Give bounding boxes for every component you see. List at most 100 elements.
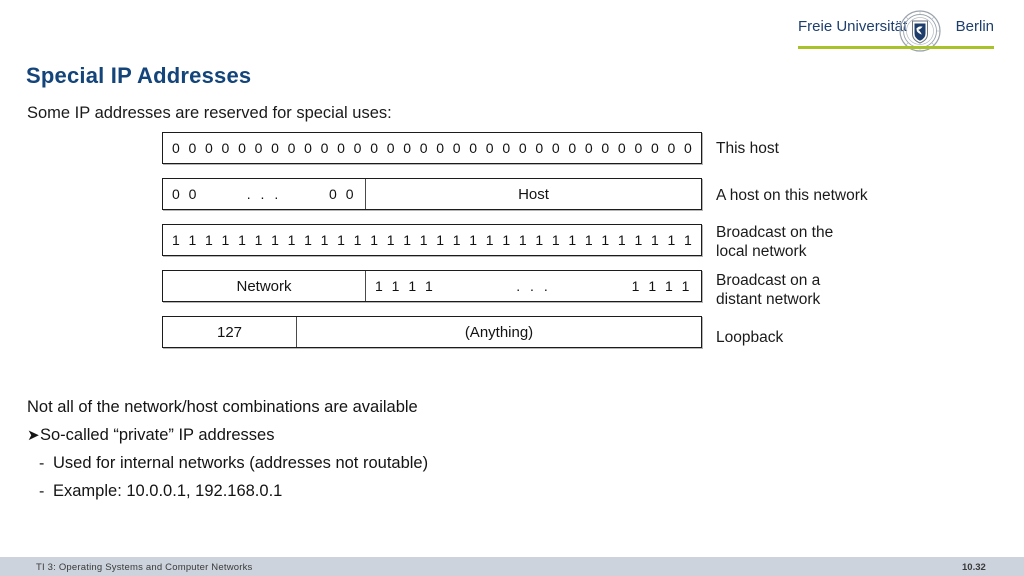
annotation-line: local network	[716, 243, 807, 260]
page-title: Special IP Addresses	[26, 63, 252, 88]
bit: 0	[370, 140, 378, 156]
bits-left: 1 1 1 1	[375, 278, 436, 294]
bits-left: 0 0	[172, 186, 199, 202]
footer-course-label: TI 3: Operating Systems and Computer Net…	[36, 562, 253, 573]
bits-ellipsis: . . .	[516, 278, 551, 294]
bit: 0	[683, 140, 692, 156]
bit: 0	[518, 140, 527, 156]
intro-text: Some IP addresses are reserved for speci…	[27, 104, 392, 122]
arrow-bullet-icon: ➤	[27, 427, 40, 444]
diagram-cell-anything: (Anything)	[297, 317, 701, 347]
bit: 1	[353, 232, 362, 248]
bit: 1	[518, 232, 527, 248]
cell-label: 127	[216, 323, 243, 341]
university-logo: Freie Universität Berlin	[798, 10, 994, 52]
bit: 0	[403, 140, 412, 156]
dash-bullet-icon: -	[39, 455, 45, 472]
diagram-cell-127: 127	[163, 317, 297, 347]
bit: 1	[634, 232, 643, 248]
ip-address-diagram: 0000 0000 0000 0000 0000 0000 0000 0000 …	[162, 132, 702, 362]
footer-page-number: 10.32	[962, 562, 986, 573]
bit: 1	[337, 232, 345, 248]
bit-sequence-zeros-abbrev: 0 0 . . . 0 0	[163, 186, 365, 202]
annotation-host-on-network: A host on this network	[716, 187, 868, 204]
bit: 0	[419, 140, 428, 156]
bit: 1	[452, 232, 461, 248]
bit: 0	[551, 140, 560, 156]
bit: 1	[617, 232, 626, 248]
annotation-this-host: This host	[716, 140, 779, 157]
bit: 1	[551, 232, 560, 248]
bit: 1	[287, 232, 296, 248]
bullet-line-0: Not all of the network/host combinations…	[27, 398, 418, 416]
diagram-cell-bits: 1111 1111 1111 1111 1111 1111 1111 1111	[163, 225, 701, 255]
bits-right: 0 0	[329, 186, 356, 202]
bit: 0	[337, 140, 345, 156]
bit: 0	[436, 140, 445, 156]
bit: 0	[320, 140, 329, 156]
annotation-broadcast-local: Broadcast on the local network	[716, 223, 833, 261]
bit: 1	[535, 232, 544, 248]
bit: 0	[469, 140, 478, 156]
bits-right: 1 1 1 1	[631, 278, 692, 294]
bit: 0	[238, 140, 246, 156]
bullet-line-1-text: So-called “private” IP addresses	[40, 426, 275, 444]
bit: 1	[667, 232, 676, 248]
bit-sequence-ones-abbrev: 1 1 1 1 . . . 1 1 1 1	[366, 278, 701, 294]
logo-text-freie-universitaet: Freie Universität	[798, 18, 908, 35]
bit: 0	[271, 140, 279, 156]
logo-underline	[798, 46, 994, 49]
bit: 0	[452, 140, 461, 156]
bullet-line-2-text: Used for internal networks (addresses no…	[53, 454, 429, 472]
bit: 0	[205, 140, 213, 156]
diagram-row: 0000 0000 0000 0000 0000 0000 0000 0000	[162, 132, 702, 164]
bit: 1	[320, 232, 329, 248]
bit: 0	[650, 140, 659, 156]
bit: 0	[634, 140, 643, 156]
bit: 1	[403, 232, 412, 248]
bits-ellipsis: . . .	[246, 186, 282, 202]
bit: 0	[601, 140, 610, 156]
bit: 1	[271, 232, 279, 248]
bit: 1	[172, 232, 180, 248]
bit: 1	[304, 232, 312, 248]
diagram-row: 127 (Anything)	[162, 316, 702, 348]
bullet-line-3: - Example: 10.0.0.1, 192.168.0.1	[27, 482, 727, 501]
bit: 0	[584, 140, 593, 156]
bit: 1	[205, 232, 213, 248]
bullet-line-3-text: Example: 10.0.0.1, 192.168.0.1	[53, 482, 283, 500]
bit: 0	[667, 140, 676, 156]
bit: 1	[485, 232, 494, 248]
bit: 0	[221, 140, 230, 156]
bit: 0	[172, 140, 180, 156]
bit: 0	[386, 140, 395, 156]
cell-label: (Anything)	[464, 323, 534, 341]
bit: 0	[535, 140, 544, 156]
annotation-loopback: Loopback	[716, 329, 784, 346]
annotation-line: Broadcast on the	[716, 224, 834, 241]
bit: 0	[254, 140, 263, 156]
bit: 0	[617, 140, 626, 156]
bit: 1	[469, 232, 478, 248]
bit: 1	[221, 232, 230, 248]
bit: 0	[568, 140, 577, 156]
bit: 1	[436, 232, 445, 248]
annotation-line: distant network	[716, 291, 821, 308]
bit: 0	[188, 140, 197, 156]
bit: 0	[502, 140, 511, 156]
annotation-line: Broadcast on a	[716, 272, 821, 289]
bit: 0	[304, 140, 312, 156]
diagram-cell-host: Host	[366, 179, 701, 209]
dash-bullet-icon: -	[39, 483, 45, 500]
bit: 1	[584, 232, 593, 248]
bullet-line-1: ➤ So-called “private” IP addresses	[27, 426, 727, 445]
bit: 0	[485, 140, 494, 156]
logo-text-berlin: Berlin	[955, 18, 994, 35]
bullet-list: Not all of the network/host combinations…	[27, 398, 727, 510]
bit: 1	[568, 232, 577, 248]
bullet-line-2: - Used for internal networks (addresses …	[27, 454, 727, 473]
bit: 0	[353, 140, 362, 156]
diagram-cell-network: Network	[163, 271, 366, 301]
bit: 1	[601, 232, 610, 248]
bit: 1	[502, 232, 511, 248]
